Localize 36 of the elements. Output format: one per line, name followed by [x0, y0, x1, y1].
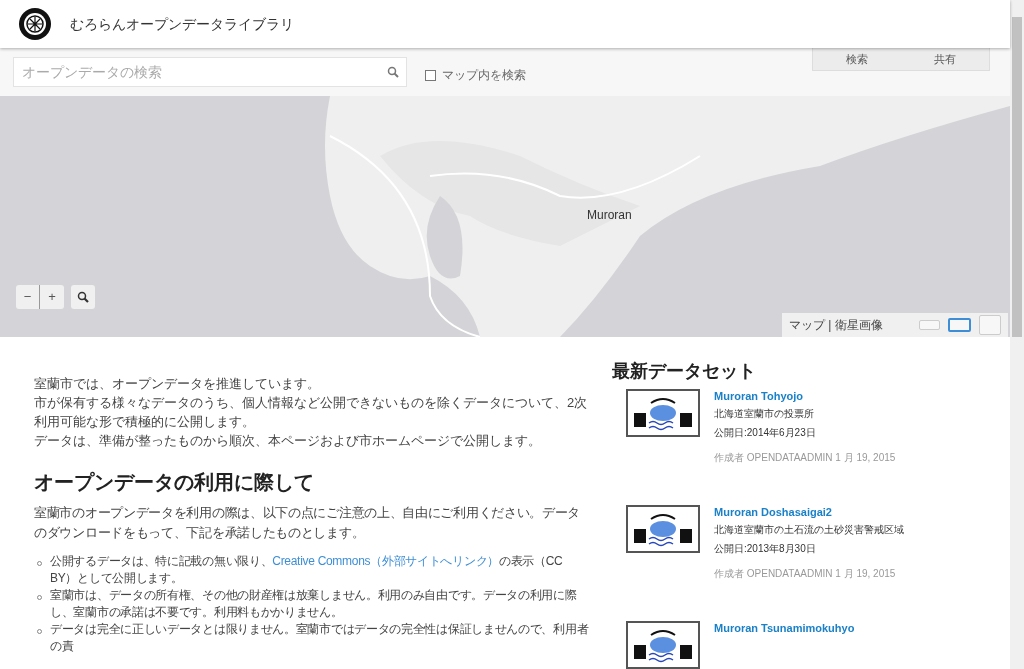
- intro-text: 室蘭市では、オープンデータを推進しています。: [34, 375, 321, 393]
- checkbox-label: マップ内を検索: [442, 67, 526, 84]
- zoom-out-button[interactable]: −: [16, 285, 40, 309]
- bullet-text: 室蘭市は、データの所有権、その他の財産権は放棄しません。利用のみ自由です。データの利用に際し、室蘭市の承諾は不要です。利用料もかかりません。: [50, 587, 578, 621]
- checkbox[interactable]: [425, 69, 436, 81]
- search-field[interactable]: オープンデータの検索: [13, 57, 407, 87]
- dataset-author: 作成者 OPENDATAADMIN 1 月 19, 2015: [714, 451, 896, 465]
- map-search-button[interactable]: [71, 285, 95, 309]
- map-type-label[interactable]: マップ | 衛星画像: [789, 316, 883, 334]
- map-style-toggle[interactable]: [948, 318, 971, 332]
- section-heading: オープンデータの利用に際して: [34, 470, 315, 495]
- dataset-title-link[interactable]: Muroran Doshasaigai2: [714, 505, 904, 519]
- dataset-author: 作成者 OPENDATAADMIN 1 月 19, 2015: [714, 567, 897, 581]
- intro-text: データは、準備が整ったものから順次、本ページおよび市ホームページで公開します。: [34, 432, 542, 450]
- dataset-description: 北海道室蘭市の投票所: [714, 407, 815, 421]
- zoom-in-button[interactable]: +: [40, 285, 64, 309]
- creative-commons-link[interactable]: Creative Commons（外部サイトへリンク）: [272, 554, 499, 568]
- map-style-toggle[interactable]: [919, 320, 940, 330]
- dataset-description: 北海道室蘭市の土石流の土砂災害警戒区域: [714, 523, 904, 537]
- dataset-published-date: 公開日:2013年8月30日: [714, 542, 817, 556]
- dataset-title-link[interactable]: Muroran Tsunamimokuhyo: [714, 621, 855, 635]
- latest-heading: 最新データセット: [612, 360, 757, 383]
- site-title[interactable]: むろらんオープンデータライブラリ: [70, 13, 294, 35]
- bullet-text: データは完全に正しいデータとは限りません。室蘭市ではデータの完全性は保証しませんので、利用者の責: [50, 621, 590, 655]
- panel-tab[interactable]: 検索: [813, 48, 901, 70]
- bullet-text: 公開するデータは、特に記載の無い限り、Creative Commons（外部サイトへリンク）の表示（CC BY）として公開します。: [50, 553, 564, 587]
- section-lead: 室蘭市のオープンデータを利用の際は、以下の点にご注意の上、自由にご利用ください。データのダウンロードをもって、下記を承諾したものとします。: [34, 504, 582, 542]
- panel-tab[interactable]: 共有: [901, 48, 989, 70]
- emblem-logo: [18, 7, 52, 41]
- search-icon[interactable]: [387, 66, 399, 78]
- map-style-toggle[interactable]: [979, 315, 1001, 335]
- search-icon: [77, 291, 89, 303]
- dataset-title-link[interactable]: Muroran Tohyojo: [714, 389, 896, 403]
- dataset-published-date: 公開日:2014年6月23日: [714, 426, 817, 440]
- map-place-label: Muroran: [587, 207, 632, 224]
- intro-text: 市が保有する様々なデータのうち、個人情報など公開できないものを除くデータについて、2次利用可能な形で積極的に公開します。: [34, 394, 589, 431]
